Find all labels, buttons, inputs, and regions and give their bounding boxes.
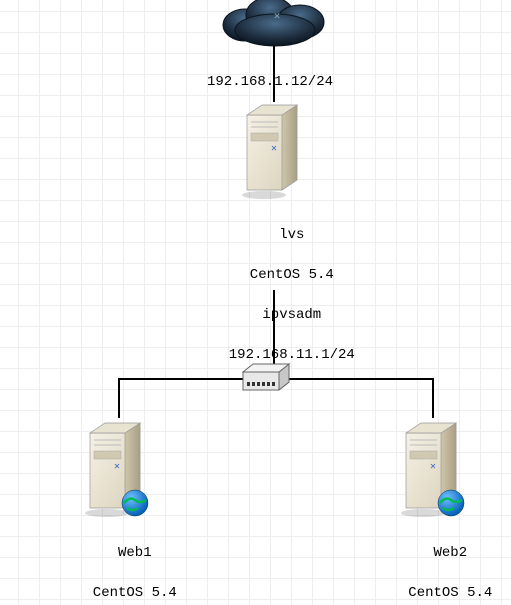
cloud-ip-label: 192.168.1.12/24 [140,72,400,92]
webserver-icon-web1: ✕ [80,418,160,523]
lvs-svc-label: ipvsadm [262,307,321,323]
switch-icon [241,362,291,396]
cloud-icon: ✕ [215,0,335,50]
web2-name-label: Web2 [434,545,468,561]
web1-os-label: CentOS 5.4 [93,585,177,601]
svg-text:✕: ✕ [271,145,278,154]
webserver-icon-web2: ✕ [396,418,476,523]
lvs-os-label: CentOS 5.4 [250,267,334,283]
web2-os-label: CentOS 5.4 [408,585,492,601]
svg-text:✕: ✕ [273,12,281,22]
svg-text:✕: ✕ [430,463,437,472]
server-icon-lvs: ✕ [237,100,312,200]
svg-text:✕: ✕ [114,463,121,472]
web1-name-label: Web1 [118,545,152,561]
diagram-canvas: ✕ 192.168.1.12/24 ✕ lvs CentOS 5.4 ipvsa… [0,0,511,605]
lvs-ip-label: 192.168.11.1/24 [229,347,355,363]
lvs-name-label: lvs [279,227,304,243]
